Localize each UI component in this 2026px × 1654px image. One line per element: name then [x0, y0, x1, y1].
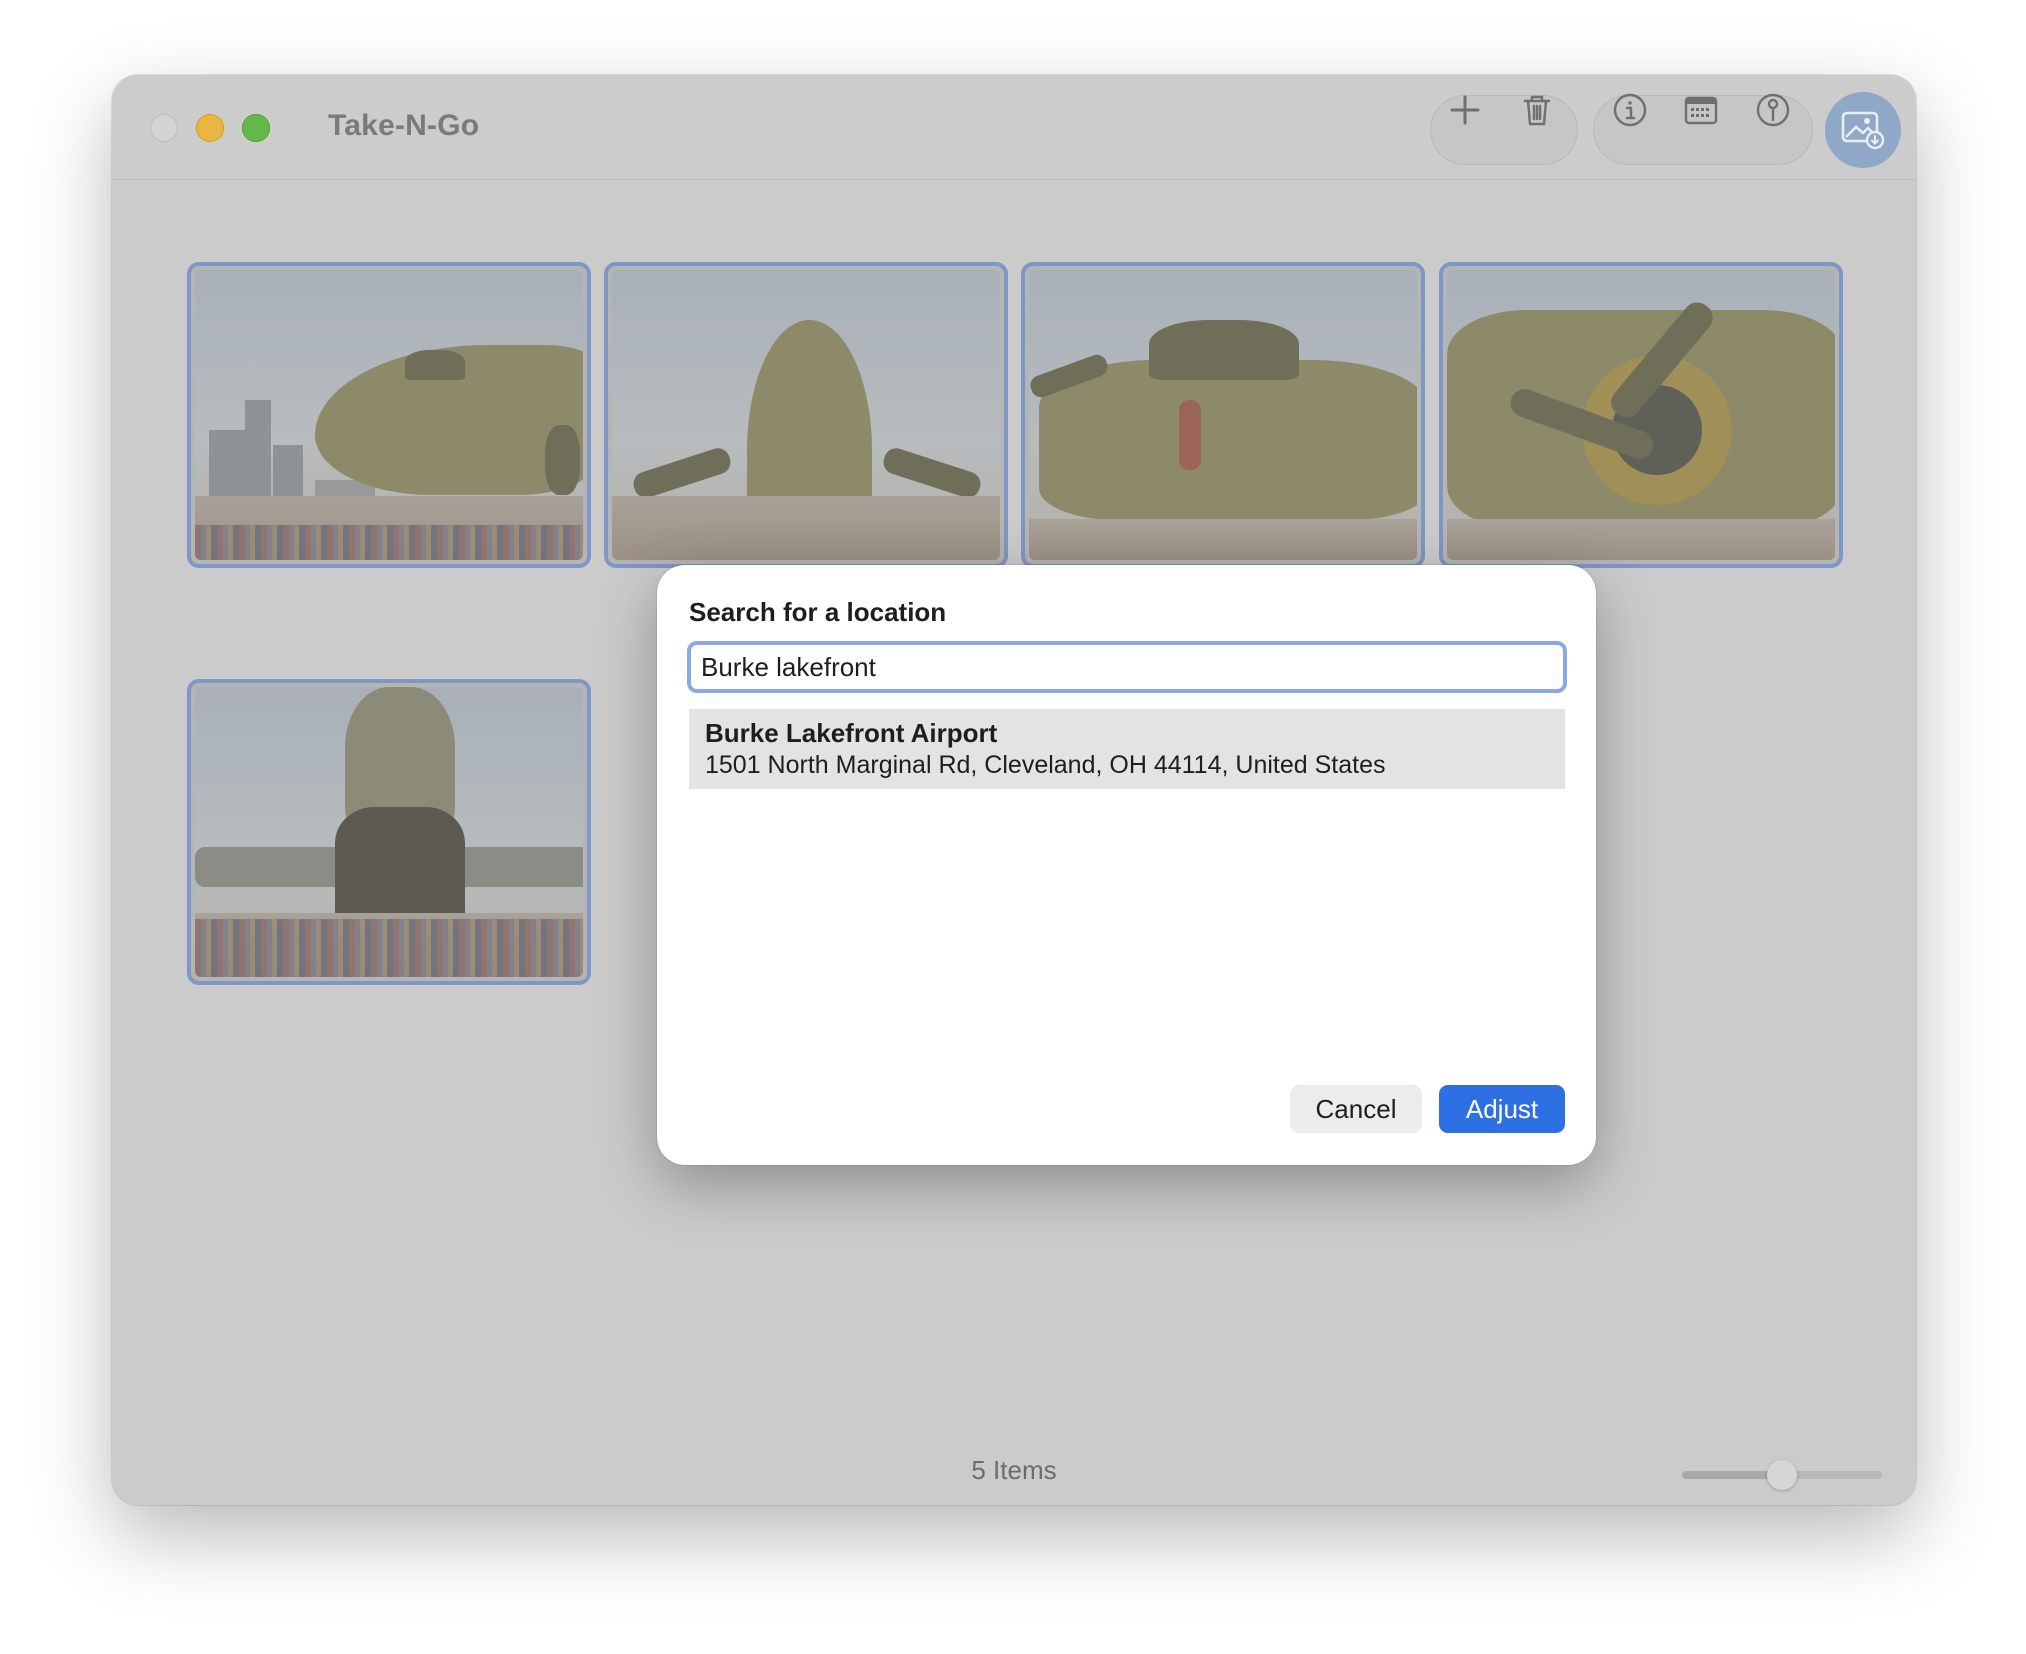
info-circle-icon — [1613, 93, 1647, 127]
search-result-item[interactable]: Burke Lakefront Airport 1501 North Margi… — [689, 709, 1565, 789]
photo-import-button[interactable] — [1825, 92, 1901, 168]
zoom-window-button[interactable] — [242, 114, 270, 142]
item-count: 5 Items — [971, 1455, 1057, 1485]
pin-icon — [1756, 93, 1790, 127]
photo-thumbnail[interactable] — [187, 262, 591, 568]
aircraft-photo — [195, 687, 583, 977]
plus-icon — [1450, 95, 1480, 125]
aircraft-photo — [1029, 270, 1417, 560]
photo-thumbnail[interactable] — [604, 262, 1008, 568]
minimize-window-button[interactable] — [196, 114, 224, 142]
calendar-icon — [1684, 96, 1718, 125]
photo-thumbnail[interactable] — [1021, 262, 1425, 568]
location-button[interactable] — [1748, 85, 1798, 135]
delete-button[interactable] — [1512, 85, 1562, 135]
cancel-button[interactable]: Cancel — [1290, 1085, 1422, 1133]
close-window-button[interactable] — [150, 114, 178, 142]
aircraft-photo — [195, 270, 583, 560]
photo-thumbnail[interactable] — [1439, 262, 1843, 568]
location-search-input[interactable] — [687, 641, 1567, 693]
adjust-button[interactable]: Adjust — [1439, 1085, 1565, 1133]
dialog-title: Search for a location — [689, 597, 947, 627]
date-button[interactable] — [1676, 85, 1726, 135]
location-search-dialog: Search for a location Burke Lakefront Ai… — [657, 565, 1596, 1165]
aircraft-photo — [612, 270, 1000, 560]
aircraft-photo — [1447, 270, 1835, 560]
zoom-slider-knob[interactable] — [1767, 1460, 1797, 1490]
window-title: Take-N-Go — [328, 109, 480, 142]
result-name: Burke Lakefront Airport — [705, 718, 998, 748]
add-button[interactable] — [1440, 85, 1490, 135]
trash-icon — [1523, 95, 1551, 126]
app-window: Take-N-Go 5 Items Search for a location … — [112, 75, 1916, 1505]
photo-thumbnail[interactable] — [187, 679, 591, 985]
photo-import-icon — [1841, 111, 1885, 150]
result-address: 1501 North Marginal Rd, Cleveland, OH 44… — [705, 751, 1386, 779]
info-button[interactable] — [1605, 85, 1655, 135]
titlebar: Take-N-Go — [112, 75, 1916, 180]
